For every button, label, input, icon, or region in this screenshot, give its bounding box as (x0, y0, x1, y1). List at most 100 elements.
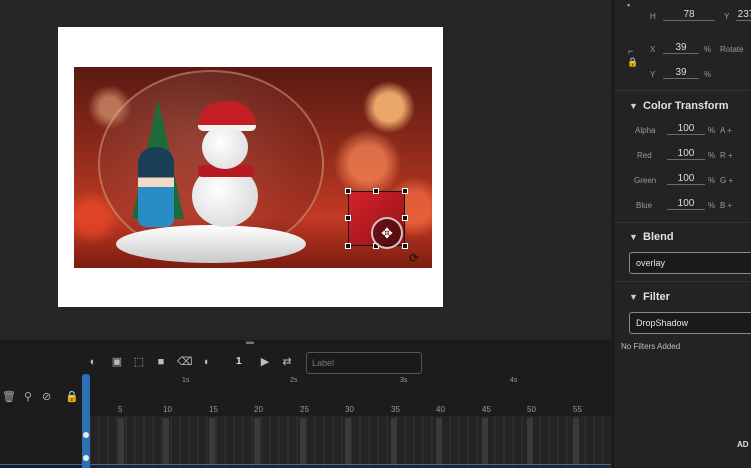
move-icon[interactable]: ✥ (371, 217, 403, 249)
scale-x-field[interactable]: 39 (663, 42, 699, 54)
scene-image: ✥ ⟳ (74, 67, 432, 268)
frame-label: 45 (482, 405, 491, 414)
resize-handle[interactable] (345, 188, 351, 194)
pin-icon[interactable]: ⚲ (24, 390, 32, 403)
frame-label: 50 (527, 405, 536, 414)
frame-icon[interactable]: ▣ (110, 356, 124, 368)
frame-cell[interactable] (209, 418, 215, 464)
red-label: Red (637, 151, 652, 160)
resize-handle[interactable] (402, 215, 408, 221)
resize-handle[interactable] (345, 243, 351, 249)
frame-cell[interactable] (254, 418, 260, 464)
h-label: H (650, 12, 656, 21)
chevron-down-icon: ▼ (629, 292, 638, 302)
frame-label: 30 (345, 405, 354, 414)
frame-label: 25 (300, 405, 309, 414)
layer-controls: 🗑 ⚲ ⊘ 🔒 (0, 388, 80, 408)
section-divider (614, 222, 751, 223)
green-unit: % (708, 176, 716, 185)
filter-select[interactable]: DropShadow (629, 312, 751, 334)
toggle-icon[interactable]: ◖ (199, 356, 213, 368)
ad-badge: AD (737, 440, 749, 449)
select-frame-icon[interactable]: ⬚ (132, 356, 146, 368)
green-field[interactable]: 100 (667, 173, 705, 185)
play-icon[interactable]: ▶ (258, 356, 272, 368)
playhead[interactable] (82, 374, 90, 468)
blend-title: Blend (643, 231, 674, 243)
blend-mode-select[interactable]: overlay (629, 252, 751, 274)
frame-cell[interactable] (573, 418, 579, 464)
frame-label: 10 (163, 405, 172, 414)
girl-figure (138, 147, 174, 227)
second-label: 2s (290, 377, 298, 384)
rotate-label: Rotate (720, 45, 744, 54)
chevron-down-icon: ▼ (629, 101, 638, 111)
y-label: Y (724, 12, 730, 21)
keyframe-icon[interactable]: ■ (154, 356, 168, 368)
blue-field[interactable]: 100 (667, 198, 705, 210)
filter-header[interactable]: ▼ Filter (614, 287, 751, 309)
filter-title: Filter (643, 291, 670, 303)
chevron-down-icon: ▼ (629, 232, 638, 242)
h-field[interactable]: 78 (663, 9, 715, 21)
keyframe-dot[interactable] (83, 432, 89, 438)
y-position-field[interactable]: 237 (736, 9, 751, 21)
blue-label: Blue (636, 201, 653, 210)
section-divider (614, 281, 751, 282)
keyframe-dot[interactable] (83, 455, 89, 461)
scale-y-field[interactable]: 39 (663, 67, 699, 79)
trash-icon[interactable]: 🗑 (2, 390, 16, 403)
color-transform-title: Color Transform (643, 100, 729, 112)
frame-label: 35 (391, 405, 400, 414)
track-divider (0, 464, 611, 465)
scale-y-label: Y (650, 70, 656, 79)
resize-handle[interactable] (402, 188, 408, 194)
color-transform-header[interactable]: ▼ Color Transform (614, 96, 751, 118)
frame-cell[interactable] (436, 418, 442, 464)
section-divider (614, 90, 751, 91)
red-offset-label: R + (720, 151, 733, 160)
layer-track[interactable] (82, 416, 611, 468)
delete-frame-icon[interactable]: ⌫ (177, 356, 193, 368)
link-icon[interactable]: ▪ (627, 0, 630, 10)
frame-cell[interactable] (527, 418, 533, 464)
frame-cell[interactable] (391, 418, 397, 464)
lock-icon[interactable]: 🔒 (65, 390, 79, 403)
label-input[interactable] (306, 352, 422, 374)
second-label: 4s (510, 377, 518, 384)
second-label: 1s (182, 377, 190, 384)
resize-handle[interactable] (345, 215, 351, 221)
current-frame: 1 (236, 356, 242, 367)
red-unit: % (708, 151, 716, 160)
no-filters-note: No Filters Added (621, 342, 681, 351)
green-label: Green (634, 176, 657, 185)
red-field[interactable]: 100 (667, 148, 705, 160)
eye-hide-icon[interactable]: ⊘ (42, 390, 51, 403)
frame-cell[interactable] (482, 418, 488, 464)
onion-skin-icon[interactable]: ◐ (86, 356, 100, 368)
green-offset-label: G + (720, 176, 734, 185)
resize-handle[interactable] (402, 243, 408, 249)
frame-cell[interactable] (163, 418, 169, 464)
frame-cell[interactable] (300, 418, 306, 464)
alpha-field[interactable]: 100 (667, 123, 705, 135)
frame-cell[interactable] (345, 418, 351, 464)
timeline-toolbar: ◐ ▣ ⬚ ■ ⌫ ◖ 1 ▶ ⇄ (80, 348, 611, 376)
frame-label: 40 (436, 405, 445, 414)
blend-header[interactable]: ▼ Blend (614, 227, 751, 249)
frame-label: 55 (573, 405, 582, 414)
second-label: 3s (400, 377, 408, 384)
rotate-icon[interactable]: ⟳ (409, 251, 419, 265)
scale-x-unit: % (704, 45, 712, 54)
scale-lock-icon[interactable]: 🔒 (627, 57, 638, 68)
timeline-ruler[interactable]: 1s 2s 3s 4s 5 10 15 20 25 30 35 40 45 50… (82, 374, 611, 414)
scale-y-unit: % (704, 70, 712, 79)
alpha-label: Alpha (635, 126, 656, 135)
canvas-page: ✥ ⟳ (58, 27, 443, 307)
frame-cell[interactable] (118, 418, 124, 464)
resize-handle[interactable] (373, 188, 379, 194)
blue-offset-label: B + (720, 201, 733, 210)
alpha-unit: % (708, 126, 716, 135)
loop-icon[interactable]: ⇄ (280, 356, 294, 368)
stage-area: ✥ ⟳ (0, 0, 611, 340)
